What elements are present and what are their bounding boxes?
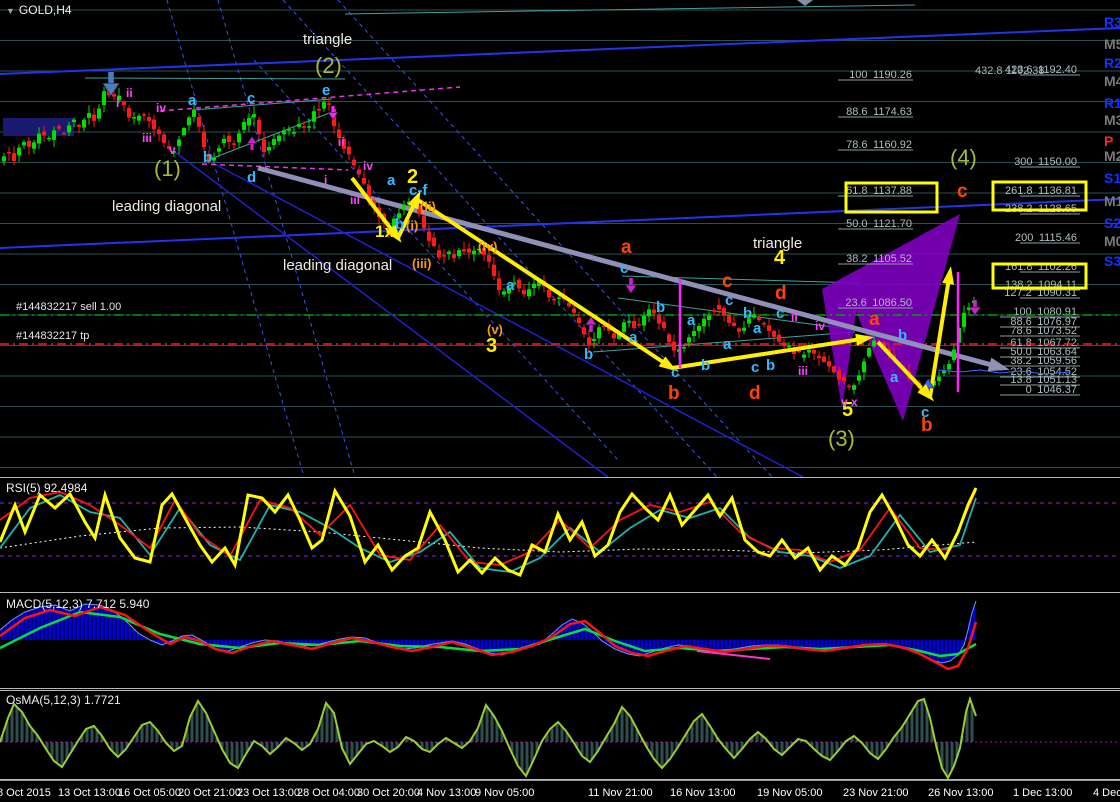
arrow-c-top[interactable] <box>625 278 637 294</box>
fib-label-fib-major[interactable]: 100 1190.26 <box>849 69 912 81</box>
fib-label-fib-major[interactable]: 50.0 1121.70 <box>846 218 912 230</box>
main-chart-layer: 127.2 1227.56100 1190.2688.6 1174.6378.6… <box>0 0 1120 478</box>
fib-label-fib-major[interactable]: 88.6 1174.63 <box>846 106 912 118</box>
arrow-down-marker[interactable] <box>327 106 339 121</box>
mt4-chart-window[interactable]: 127.2 1227.56100 1190.2688.6 1174.6378.6… <box>0 0 1120 802</box>
chart-canvas[interactable]: 127.2 1227.56100 1190.2688.6 1174.6378.6… <box>0 0 1120 802</box>
candles <box>2 82 976 397</box>
fib-label-fib-major[interactable]: 23.6 1086.50 <box>845 297 912 309</box>
fib-label-fib-major[interactable]: 38.2 1105.52 <box>846 253 912 265</box>
fib-label-fib-extension[interactable]: 200 1115.46 <box>1015 232 1077 244</box>
fib-label-fib-minor[interactable]: 0 1046.37 <box>1026 384 1077 396</box>
fib-label-fib-major[interactable]: 78.6 1160.92 <box>846 139 912 151</box>
arrow-up-marker[interactable] <box>246 135 258 150</box>
fib-label-fib-major[interactable]: 61.8 1137.88 <box>846 185 912 197</box>
fib-label-fib-extension[interactable]: 423.6 1192.40 <box>1005 64 1077 76</box>
macd-panel <box>0 600 978 671</box>
arrow-down-marker[interactable] <box>969 300 981 316</box>
osma-panel <box>0 695 1120 781</box>
fib-label-fib-minor[interactable]: 78.6 1073.52 <box>1010 325 1077 337</box>
fib-label-fib-extension[interactable]: 261.8 1136.81 <box>1005 185 1077 197</box>
fib-label-fib-extension[interactable]: 300 1150.00 <box>1014 156 1077 168</box>
rsi-panel <box>0 487 1120 577</box>
